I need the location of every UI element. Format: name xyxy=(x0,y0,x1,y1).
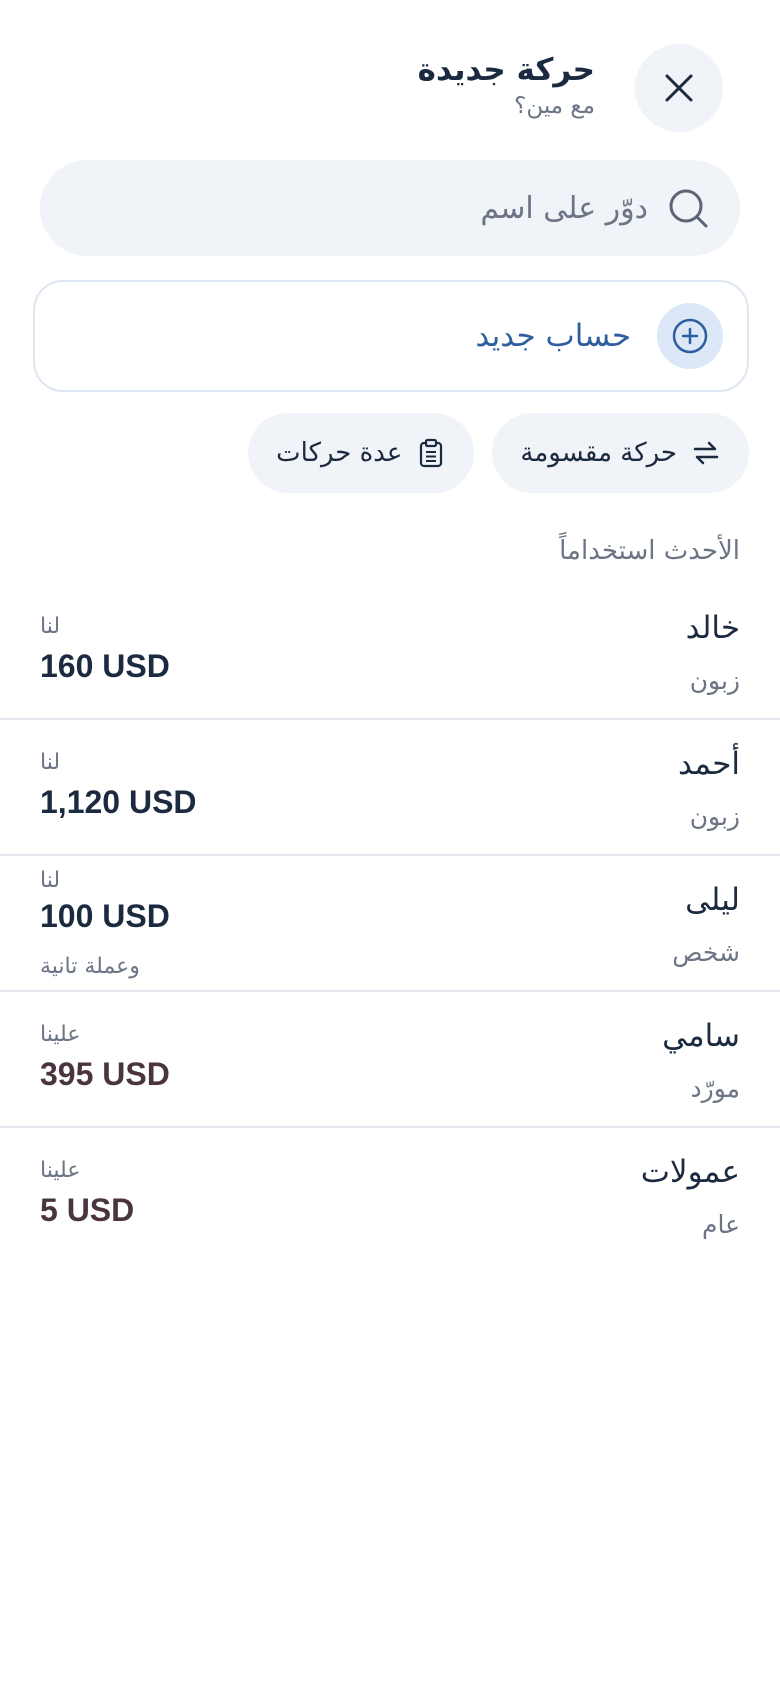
new-account-label: حساب جديد xyxy=(475,318,631,354)
multiple-transactions-label: عدة حركات xyxy=(276,438,403,468)
multiple-transactions-chip[interactable]: عدة حركات xyxy=(248,413,475,493)
clipboard-list-icon xyxy=(420,438,443,468)
contact-name: عمولات xyxy=(640,1154,740,1190)
search-input[interactable] xyxy=(88,190,648,226)
contact-name: خالد xyxy=(685,610,740,646)
list-item[interactable]: ليلى شخص لنا 100 USD وعملة تانية xyxy=(0,856,780,992)
split-arrows-icon xyxy=(693,441,719,465)
contact-name: أحمد xyxy=(678,746,740,782)
extra-currency-note: وعملة تانية xyxy=(40,954,140,979)
balance-amount: 5 USD xyxy=(40,1192,135,1228)
add-circle xyxy=(657,303,723,369)
balance-amount: 395 USD xyxy=(40,1056,170,1092)
close-button[interactable] xyxy=(635,44,723,132)
contact-type: عام xyxy=(701,1210,740,1239)
contact-type: مورّد xyxy=(690,1074,740,1103)
list-item[interactable]: عمولات عام علينا 5 USD xyxy=(0,1128,780,1264)
contact-type: زبون xyxy=(689,802,740,831)
balance-direction: لنا xyxy=(40,750,61,775)
action-chips: حركة مقسومة عدة حركات xyxy=(248,413,749,493)
contact-name: سامي xyxy=(662,1018,740,1054)
balance-amount: 100 USD xyxy=(40,898,170,934)
section-label: الأحدث استخداماً xyxy=(559,536,740,566)
new-account-button[interactable]: حساب جديد xyxy=(33,280,749,392)
split-transaction-chip[interactable]: حركة مقسومة xyxy=(492,413,749,493)
contact-name: ليلى xyxy=(685,882,740,918)
list-item[interactable]: خالد زبون لنا 160 USD xyxy=(0,584,780,720)
balance-amount: 160 USD xyxy=(40,648,170,684)
contact-type: زبون xyxy=(689,666,740,695)
header: حركة جديدة مع مين؟ xyxy=(40,44,740,134)
balance-amount: 1,120 USD xyxy=(40,784,197,820)
list-item[interactable]: أحمد زبون لنا 1,120 USD xyxy=(0,720,780,856)
split-transaction-label: حركة مقسومة xyxy=(520,438,677,468)
page-title: حركة جديدة xyxy=(417,52,595,88)
page-subtitle: مع مين؟ xyxy=(514,93,595,119)
contact-type: شخص xyxy=(672,938,740,967)
balance-direction: علينا xyxy=(40,1022,81,1047)
balance-direction: علينا xyxy=(40,1158,81,1183)
plus-circle-icon xyxy=(672,318,708,354)
search-bar[interactable] xyxy=(40,160,740,256)
balance-direction: لنا xyxy=(40,868,61,893)
contacts-list: خالد زبون لنا 160 USD أحمد زبون لنا 1,12… xyxy=(0,584,780,1264)
header-text: حركة جديدة مع مين؟ xyxy=(418,50,595,122)
close-icon xyxy=(665,74,693,102)
list-item[interactable]: سامي مورّد علينا 395 USD xyxy=(0,992,780,1128)
search-icon xyxy=(669,189,708,228)
balance-direction: لنا xyxy=(40,614,61,639)
